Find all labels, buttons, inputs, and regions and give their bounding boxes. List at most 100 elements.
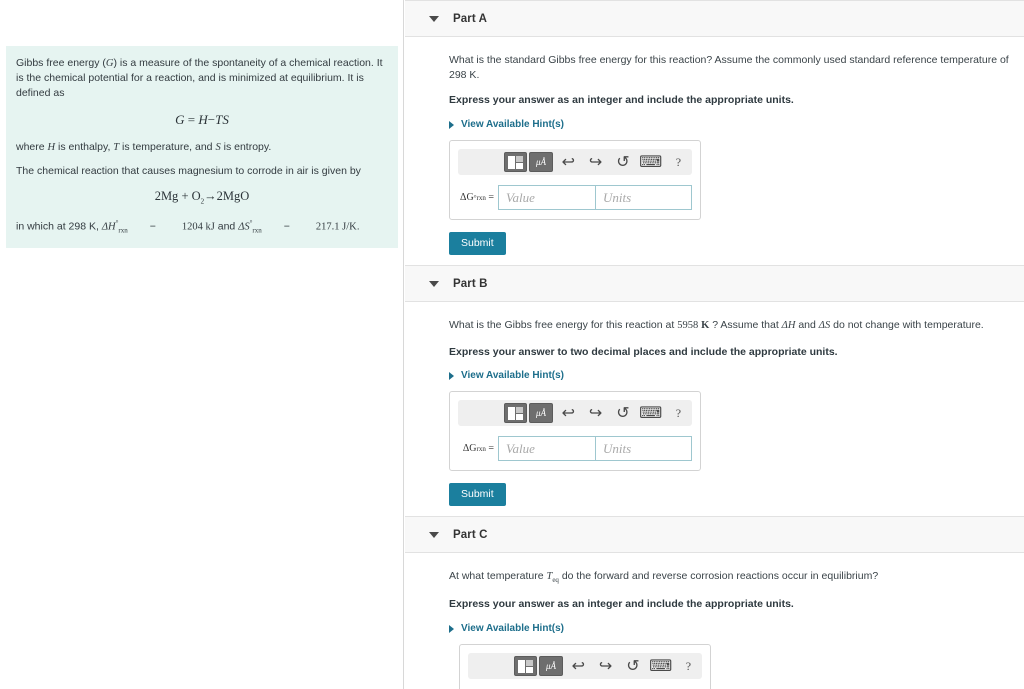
part-a-instruction: Express your answer as an integer and in… — [449, 94, 794, 107]
eq-minus: − — [207, 111, 216, 127]
part-a-var-base: ΔG — [460, 192, 474, 204]
intro-paragraph-1: Gibbs free energy (G) is a measure of th… — [16, 56, 388, 102]
help-icon[interactable]: ? — [669, 403, 688, 423]
chevron-right-icon — [449, 371, 454, 380]
part-a-input-row: ΔG ° rxn = Value Units — [458, 185, 692, 211]
part-a-header[interactable]: Part A — [405, 0, 1024, 37]
part-b-q-a: What is the Gibbs free energy for this r… — [449, 319, 678, 332]
part-b-title: Part B — [453, 277, 488, 290]
part-a-title: Part A — [453, 12, 488, 25]
delta-s-subscript: rxn — [252, 226, 262, 235]
chevron-down-icon[interactable] — [429, 280, 439, 287]
part-c-title: Part C — [453, 528, 488, 541]
thermo-values-line: in which at 298 K, ΔH°rxn −1204 kJ and ΔS… — [16, 218, 388, 236]
part-a-var-equals: = — [488, 192, 494, 204]
part-c-header[interactable]: Part C — [405, 516, 1024, 554]
keyboard-icon[interactable]: ⌨ — [639, 403, 662, 423]
p2-d: is entropy. — [220, 140, 272, 153]
help-icon[interactable]: ? — [669, 152, 688, 172]
chemical-reaction: 2Mg + O2→2MgO — [16, 189, 388, 206]
rxn-reactant-1: 2Mg — [154, 189, 179, 204]
delta-s-dash: − — [283, 220, 290, 233]
part-b-submit-button[interactable]: Submit — [449, 483, 506, 507]
gibbs-equation: G = H−TS — [16, 112, 388, 128]
intro-paragraph-2: where H is enthalpy, T is temperature, a… — [16, 140, 388, 155]
part-b-delta-s-symbol: ΔS — [818, 320, 831, 332]
part-b-q-d: do not change with temperature. — [830, 319, 984, 332]
undo-icon[interactable]: ↩ — [569, 656, 588, 676]
part-b-answer-wrap: μÅ ↩ ↪ ↺ ⌨ ? ΔG rxn = Value Units Submit — [449, 391, 1024, 507]
eq-equals: = — [187, 111, 196, 127]
chevron-down-icon[interactable] — [429, 531, 439, 538]
part-b-variable-label: ΔG rxn = — [458, 436, 498, 461]
reset-icon[interactable]: ↺ — [613, 403, 632, 423]
units-micro-angstrom-icon[interactable]: μÅ — [539, 656, 563, 677]
part-b-hint-link[interactable]: View Available Hint(s) — [449, 370, 1024, 381]
part-c-q-b: do the forward and reverse corrosion rea… — [558, 570, 879, 583]
part-a-units-input[interactable]: Units — [595, 185, 692, 211]
part-a-toolbar: μÅ ↩ ↪ ↺ ⌨ ? — [458, 149, 692, 176]
redo-icon[interactable]: ↪ — [596, 656, 615, 676]
problem-statement-box: Gibbs free energy (G) is a measure of th… — [6, 46, 398, 248]
part-b-input-row: ΔG rxn = Value Units — [458, 436, 692, 462]
delta-h-value: 1204 kJ — [181, 221, 215, 233]
part-b-var-base: ΔG — [462, 443, 477, 455]
intro-paragraph-3: The chemical reaction that causes magnes… — [16, 164, 361, 177]
part-a-body: What is the standard Gibbs free energy f… — [405, 37, 1024, 265]
part-c-instruction: Express your answer as an integer and in… — [449, 598, 794, 611]
part-a-question: What is the standard Gibbs free energy f… — [449, 54, 1009, 81]
keyboard-icon[interactable]: ⌨ — [649, 656, 672, 676]
part-b-units-input[interactable]: Units — [595, 436, 692, 462]
part-b-hint-label: View Available Hint(s) — [461, 370, 564, 382]
part-a-submit-button[interactable]: Submit — [449, 232, 506, 256]
problem-panel: Gibbs free energy (G) is a measure of th… — [0, 0, 404, 689]
part-b-toolbar: μÅ ↩ ↪ ↺ ⌨ ? — [458, 400, 692, 427]
delta-h-dash: − — [149, 220, 156, 233]
reset-icon[interactable]: ↺ — [613, 152, 632, 172]
help-icon[interactable]: ? — [679, 656, 698, 676]
keyboard-icon[interactable]: ⌨ — [639, 152, 662, 172]
part-c-body: At what temperature Teq do the forward a… — [405, 553, 1024, 689]
part-b-q-b: ? Assume that — [709, 319, 782, 332]
part-b-body: What is the Gibbs free energy for this r… — [405, 302, 1024, 516]
page-root: Gibbs free energy (G) is a measure of th… — [0, 0, 1024, 689]
rxn-plus: + — [181, 189, 189, 204]
units-micro-angstrom-icon[interactable]: μÅ — [529, 403, 553, 424]
undo-icon[interactable]: ↩ — [559, 403, 578, 423]
rxn-arrow-icon: → — [204, 189, 217, 204]
p2-a: where — [16, 140, 48, 153]
chevron-right-icon — [449, 120, 454, 129]
p2-b: is enthalpy, — [55, 140, 114, 153]
undo-icon[interactable]: ↩ — [559, 152, 578, 172]
part-b-var-equals: = — [488, 443, 494, 455]
part-b-delta-h-symbol: ΔH — [781, 320, 796, 332]
delta-h-symbol: ΔH — [101, 221, 116, 233]
part-a-hint-link[interactable]: View Available Hint(s) — [449, 119, 1024, 130]
part-c-question: At what temperature Teq do the forward a… — [449, 569, 1024, 586]
units-micro-angstrom-icon[interactable]: μÅ — [529, 152, 553, 173]
part-b-var-sub: rxn — [476, 444, 486, 453]
part-c-hint-link[interactable]: View Available Hint(s) — [449, 623, 1024, 634]
math-template-icon[interactable] — [514, 656, 538, 677]
redo-icon[interactable]: ↪ — [586, 403, 605, 423]
p2-symbol-h: H — [47, 141, 56, 153]
intro-text-pre: Gibbs free energy ( — [16, 57, 106, 69]
math-template-icon[interactable] — [504, 403, 528, 424]
eq-s: S — [222, 111, 229, 127]
math-template-icon[interactable] — [504, 152, 528, 173]
part-c-answer-wrap: μÅ ↩ ↪ ↺ ⌨ ? Teq = Value Units — [459, 644, 1024, 689]
eq-h: H — [198, 111, 208, 127]
redo-icon[interactable]: ↪ — [586, 152, 605, 172]
part-c-q-a: At what temperature — [449, 570, 547, 583]
eq-g: G — [175, 111, 185, 127]
part-a-value-input[interactable]: Value — [498, 185, 595, 211]
part-b-q-c: and — [795, 319, 819, 332]
part-b-header[interactable]: Part B — [405, 265, 1024, 303]
part-b-value-input[interactable]: Value — [498, 436, 595, 462]
delta-s-symbol: ΔS — [238, 221, 250, 233]
part-c-toolbar: μÅ ↩ ↪ ↺ ⌨ ? — [468, 653, 702, 680]
chevron-down-icon[interactable] — [429, 15, 439, 22]
part-a-answer-box: μÅ ↩ ↪ ↺ ⌨ ? ΔG ° rxn = Value Units — [449, 140, 701, 221]
reset-icon[interactable]: ↺ — [623, 656, 642, 676]
part-a-variable-label: ΔG ° rxn = — [458, 185, 498, 210]
